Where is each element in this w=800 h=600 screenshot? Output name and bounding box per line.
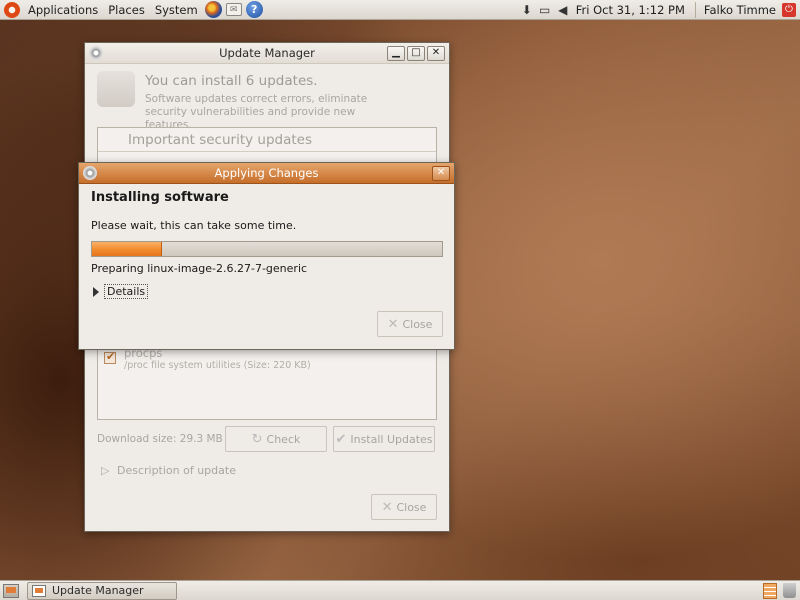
- close-icon: ✕: [381, 499, 393, 515]
- install-icon: ✔: [335, 431, 347, 447]
- update-manager-footer: Download size: 29.3 MB ↻ Check ✔ Install…: [97, 426, 437, 452]
- bottom-panel: Update Manager: [0, 580, 800, 600]
- menu-system[interactable]: System: [150, 0, 203, 20]
- update-manager-titlebar[interactable]: Update Manager ▁ □ ✕: [85, 43, 449, 64]
- update-manager-task-icon: [32, 584, 46, 597]
- expander-triangle-icon: ▷: [101, 464, 110, 477]
- details-expander[interactable]: Details: [93, 284, 149, 299]
- install-updates-label: Install Updates: [350, 432, 433, 446]
- panel-separator: [694, 1, 696, 18]
- update-manager-close-label: Close: [396, 500, 427, 514]
- description-expander[interactable]: ▷ Description of update: [101, 464, 236, 477]
- mail-icon[interactable]: ✉: [225, 3, 242, 16]
- list-section-header: Important security updates: [98, 128, 436, 152]
- install-updates-button[interactable]: ✔ Install Updates: [333, 426, 435, 452]
- workspace-switcher-icon[interactable]: [763, 582, 777, 599]
- expander-triangle-icon: [93, 286, 99, 297]
- user-switcher[interactable]: Falko Timme: [698, 3, 780, 17]
- update-manager-close-button[interactable]: ✕ Close: [371, 494, 437, 520]
- software-update-icon: [97, 71, 135, 107]
- ubuntu-logo-icon[interactable]: [4, 1, 20, 18]
- applying-changes-titlebar[interactable]: Applying Changes ✕: [79, 163, 454, 184]
- update-manager-header: You can install 6 updates. Software upda…: [97, 71, 395, 132]
- volume-icon[interactable]: ◀: [556, 3, 570, 17]
- applying-changes-dialog: Applying Changes ✕ Installing software P…: [78, 162, 455, 350]
- refresh-icon: ↻: [251, 431, 263, 447]
- wait-message: Please wait, this can take some time.: [91, 219, 297, 232]
- check-button-label: Check: [266, 432, 301, 446]
- menu-applications[interactable]: Applications: [23, 0, 103, 20]
- network-icon[interactable]: ▭: [538, 3, 552, 17]
- applying-changes-close-label: Close: [402, 317, 433, 331]
- menu-places[interactable]: Places: [103, 0, 150, 20]
- trash-icon[interactable]: [783, 583, 796, 598]
- updates-heading: You can install 6 updates.: [145, 73, 318, 89]
- close-icon: ✕: [387, 316, 399, 332]
- taskbar-label: Update Manager: [52, 584, 144, 597]
- check-button[interactable]: ↻ Check: [225, 426, 327, 452]
- progress-status: Preparing linux-image-2.6.27-7-generic: [91, 262, 308, 275]
- installing-heading: Installing software: [91, 190, 229, 205]
- update-manager-window-icon[interactable]: [89, 46, 103, 60]
- window-close-button[interactable]: ✕: [427, 45, 445, 61]
- top-panel: Applications Places System ✉ ? ⬇ ▭ ◀ Fri…: [0, 0, 800, 20]
- clock[interactable]: Fri Oct 31, 1:12 PM: [572, 3, 693, 17]
- applying-changes-window-icon[interactable]: [83, 166, 97, 180]
- description-expander-label: Description of update: [116, 464, 236, 477]
- taskbar-update-manager[interactable]: Update Manager: [27, 581, 177, 600]
- dialog-close-button[interactable]: ✕: [432, 165, 450, 181]
- maximize-button[interactable]: □: [407, 45, 425, 61]
- minimize-button[interactable]: ▁: [387, 45, 405, 61]
- package-checkbox[interactable]: [104, 350, 116, 364]
- progress-fill: [92, 242, 162, 256]
- download-size: Download size: 29.3 MB: [97, 433, 223, 445]
- applying-changes-title: Applying Changes: [214, 166, 319, 180]
- help-icon[interactable]: ?: [245, 1, 263, 18]
- show-desktop-icon[interactable]: [3, 583, 19, 598]
- install-progress-bar: [91, 241, 443, 257]
- firefox-icon[interactable]: [204, 1, 222, 18]
- details-label: Details: [104, 284, 149, 299]
- applying-changes-close-button[interactable]: ✕ Close: [377, 311, 443, 337]
- package-description: /proc file system utilities (Size: 220 K…: [124, 360, 311, 371]
- power-icon[interactable]: ⏻: [782, 2, 796, 17]
- download-icon[interactable]: ⬇: [520, 3, 534, 17]
